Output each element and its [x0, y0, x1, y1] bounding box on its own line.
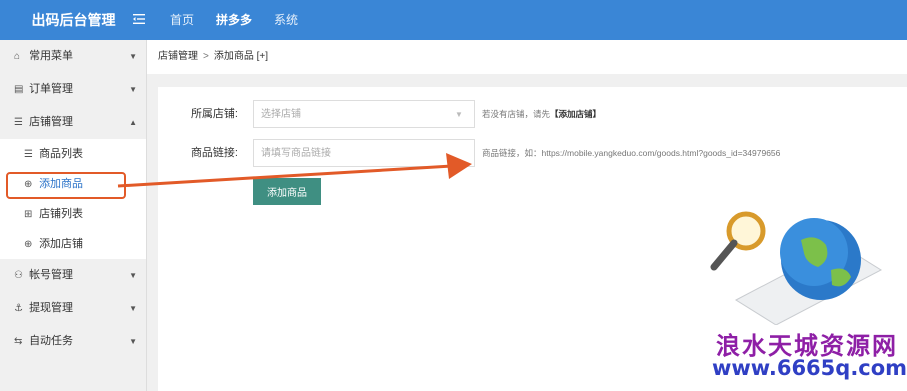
sidebar-item-label: 商品列表: [39, 148, 84, 160]
plus-circle-icon: ⊕: [24, 179, 33, 190]
sidebar-item-add-product[interactable]: ⊕ 添加商品: [0, 169, 146, 199]
order-icon: ▤: [14, 84, 24, 95]
top-header: 出码后台管理 首页 拼多多 系统: [0, 0, 907, 40]
top-nav: 首页 拼多多 系统: [170, 0, 298, 40]
breadcrumb-separator: >: [203, 51, 209, 62]
sidebar-item-label: 店铺管理: [29, 116, 74, 128]
topnav-system[interactable]: 系统: [274, 0, 298, 40]
shop-hint: 若没有店铺，请先【添加店铺】: [482, 100, 601, 128]
sidebar-item-add-shop[interactable]: ⊕ 添加店铺: [0, 229, 146, 259]
caret-down-icon: ▼: [129, 271, 137, 280]
sidebar: ⌂ 常用菜单 ▼ ▤ 订单管理 ▼ ☰ 店铺管理 ▲ ☰ 商品列表 ⊕ 添加商品…: [0, 40, 147, 391]
caret-down-icon: ▼: [129, 85, 137, 94]
shop-select[interactable]: [253, 100, 475, 128]
topnav-pinduoduo[interactable]: 拼多多: [216, 0, 252, 40]
sidebar-item-label: 帐号管理: [29, 269, 74, 281]
breadcrumb-current: 添加商品: [213, 51, 254, 62]
sidebar-item-shop[interactable]: ☰ 店铺管理 ▲: [0, 106, 146, 139]
user-icon: ⚇: [14, 270, 23, 281]
sidebar-item-common-menu[interactable]: ⌂ 常用菜单 ▼: [0, 40, 146, 73]
sidebar-item-label: 订单管理: [29, 83, 74, 95]
caret-down-icon: ▼: [129, 304, 137, 313]
plus-circle-icon: ⊕: [24, 239, 33, 250]
sidebar-item-label: 添加店铺: [39, 238, 84, 250]
app-title: 出码后台管理: [31, 12, 116, 28]
list-icon: ☰: [14, 117, 23, 128]
menu-collapse-icon[interactable]: [131, 11, 147, 27]
topnav-home[interactable]: 首页: [170, 0, 194, 40]
product-link-input[interactable]: [253, 139, 475, 167]
caret-down-icon: ▼: [129, 337, 137, 346]
sidebar-item-withdraw[interactable]: ⚓ 提现管理 ▼: [0, 292, 146, 325]
sync-icon: ⇆: [14, 336, 23, 347]
sidebar-item-label: 自动任务: [29, 335, 74, 347]
anchor-icon: ⚓: [14, 303, 23, 314]
grid-icon: ⊞: [24, 209, 33, 220]
shop-select-row: 所属店铺: ▼ 若没有店铺，请先【添加店铺】: [158, 100, 907, 128]
caret-up-icon: ▲: [129, 118, 137, 127]
sidebar-item-label: 提现管理: [29, 302, 74, 314]
link-label: 商品链接:: [190, 147, 238, 159]
add-product-button[interactable]: 添加商品: [253, 178, 321, 205]
chevron-down-icon: ▼: [455, 110, 463, 119]
sidebar-item-orders[interactable]: ▤ 订单管理 ▼: [0, 73, 146, 106]
breadcrumb-parent[interactable]: 店铺管理: [158, 51, 198, 62]
sidebar-item-product-list[interactable]: ☰ 商品列表: [0, 139, 146, 169]
link-hint: 商品链接，如：https://mobile.yangkeduo.com/good…: [482, 148, 781, 158]
shop-submenu: ☰ 商品列表 ⊕ 添加商品 ⊞ 店铺列表 ⊕ 添加店铺: [0, 139, 146, 259]
globe-magnifier-icon: [710, 211, 883, 325]
add-shop-link[interactable]: 【添加店铺】: [550, 109, 601, 119]
home-icon: ⌂: [14, 51, 21, 62]
list-icon: ☰: [24, 149, 33, 160]
sidebar-item-auto-tasks[interactable]: ⇆ 自动任务 ▼: [0, 325, 146, 358]
sidebar-item-label: 常用菜单: [29, 50, 74, 62]
watermark-url: www.6665q.com: [712, 356, 907, 380]
shop-label: 所属店铺:: [190, 108, 238, 120]
sidebar-item-accounts[interactable]: ⚇ 帐号管理 ▼: [0, 259, 146, 292]
caret-down-icon: ▼: [129, 52, 137, 61]
shop-hint-text: 若没有店铺，请先: [482, 109, 551, 119]
breadcrumb: 店铺管理 > 添加商品 [+]: [147, 40, 907, 74]
sidebar-item-label: 添加商品: [39, 178, 84, 190]
sidebar-item-shop-list[interactable]: ⊞ 店铺列表: [0, 199, 146, 229]
product-link-row: 商品链接: 商品链接，如：https://mobile.yangkeduo.co…: [158, 139, 907, 167]
sidebar-item-label: 店铺列表: [39, 208, 84, 220]
breadcrumb-add-tab[interactable]: [+]: [257, 51, 268, 62]
